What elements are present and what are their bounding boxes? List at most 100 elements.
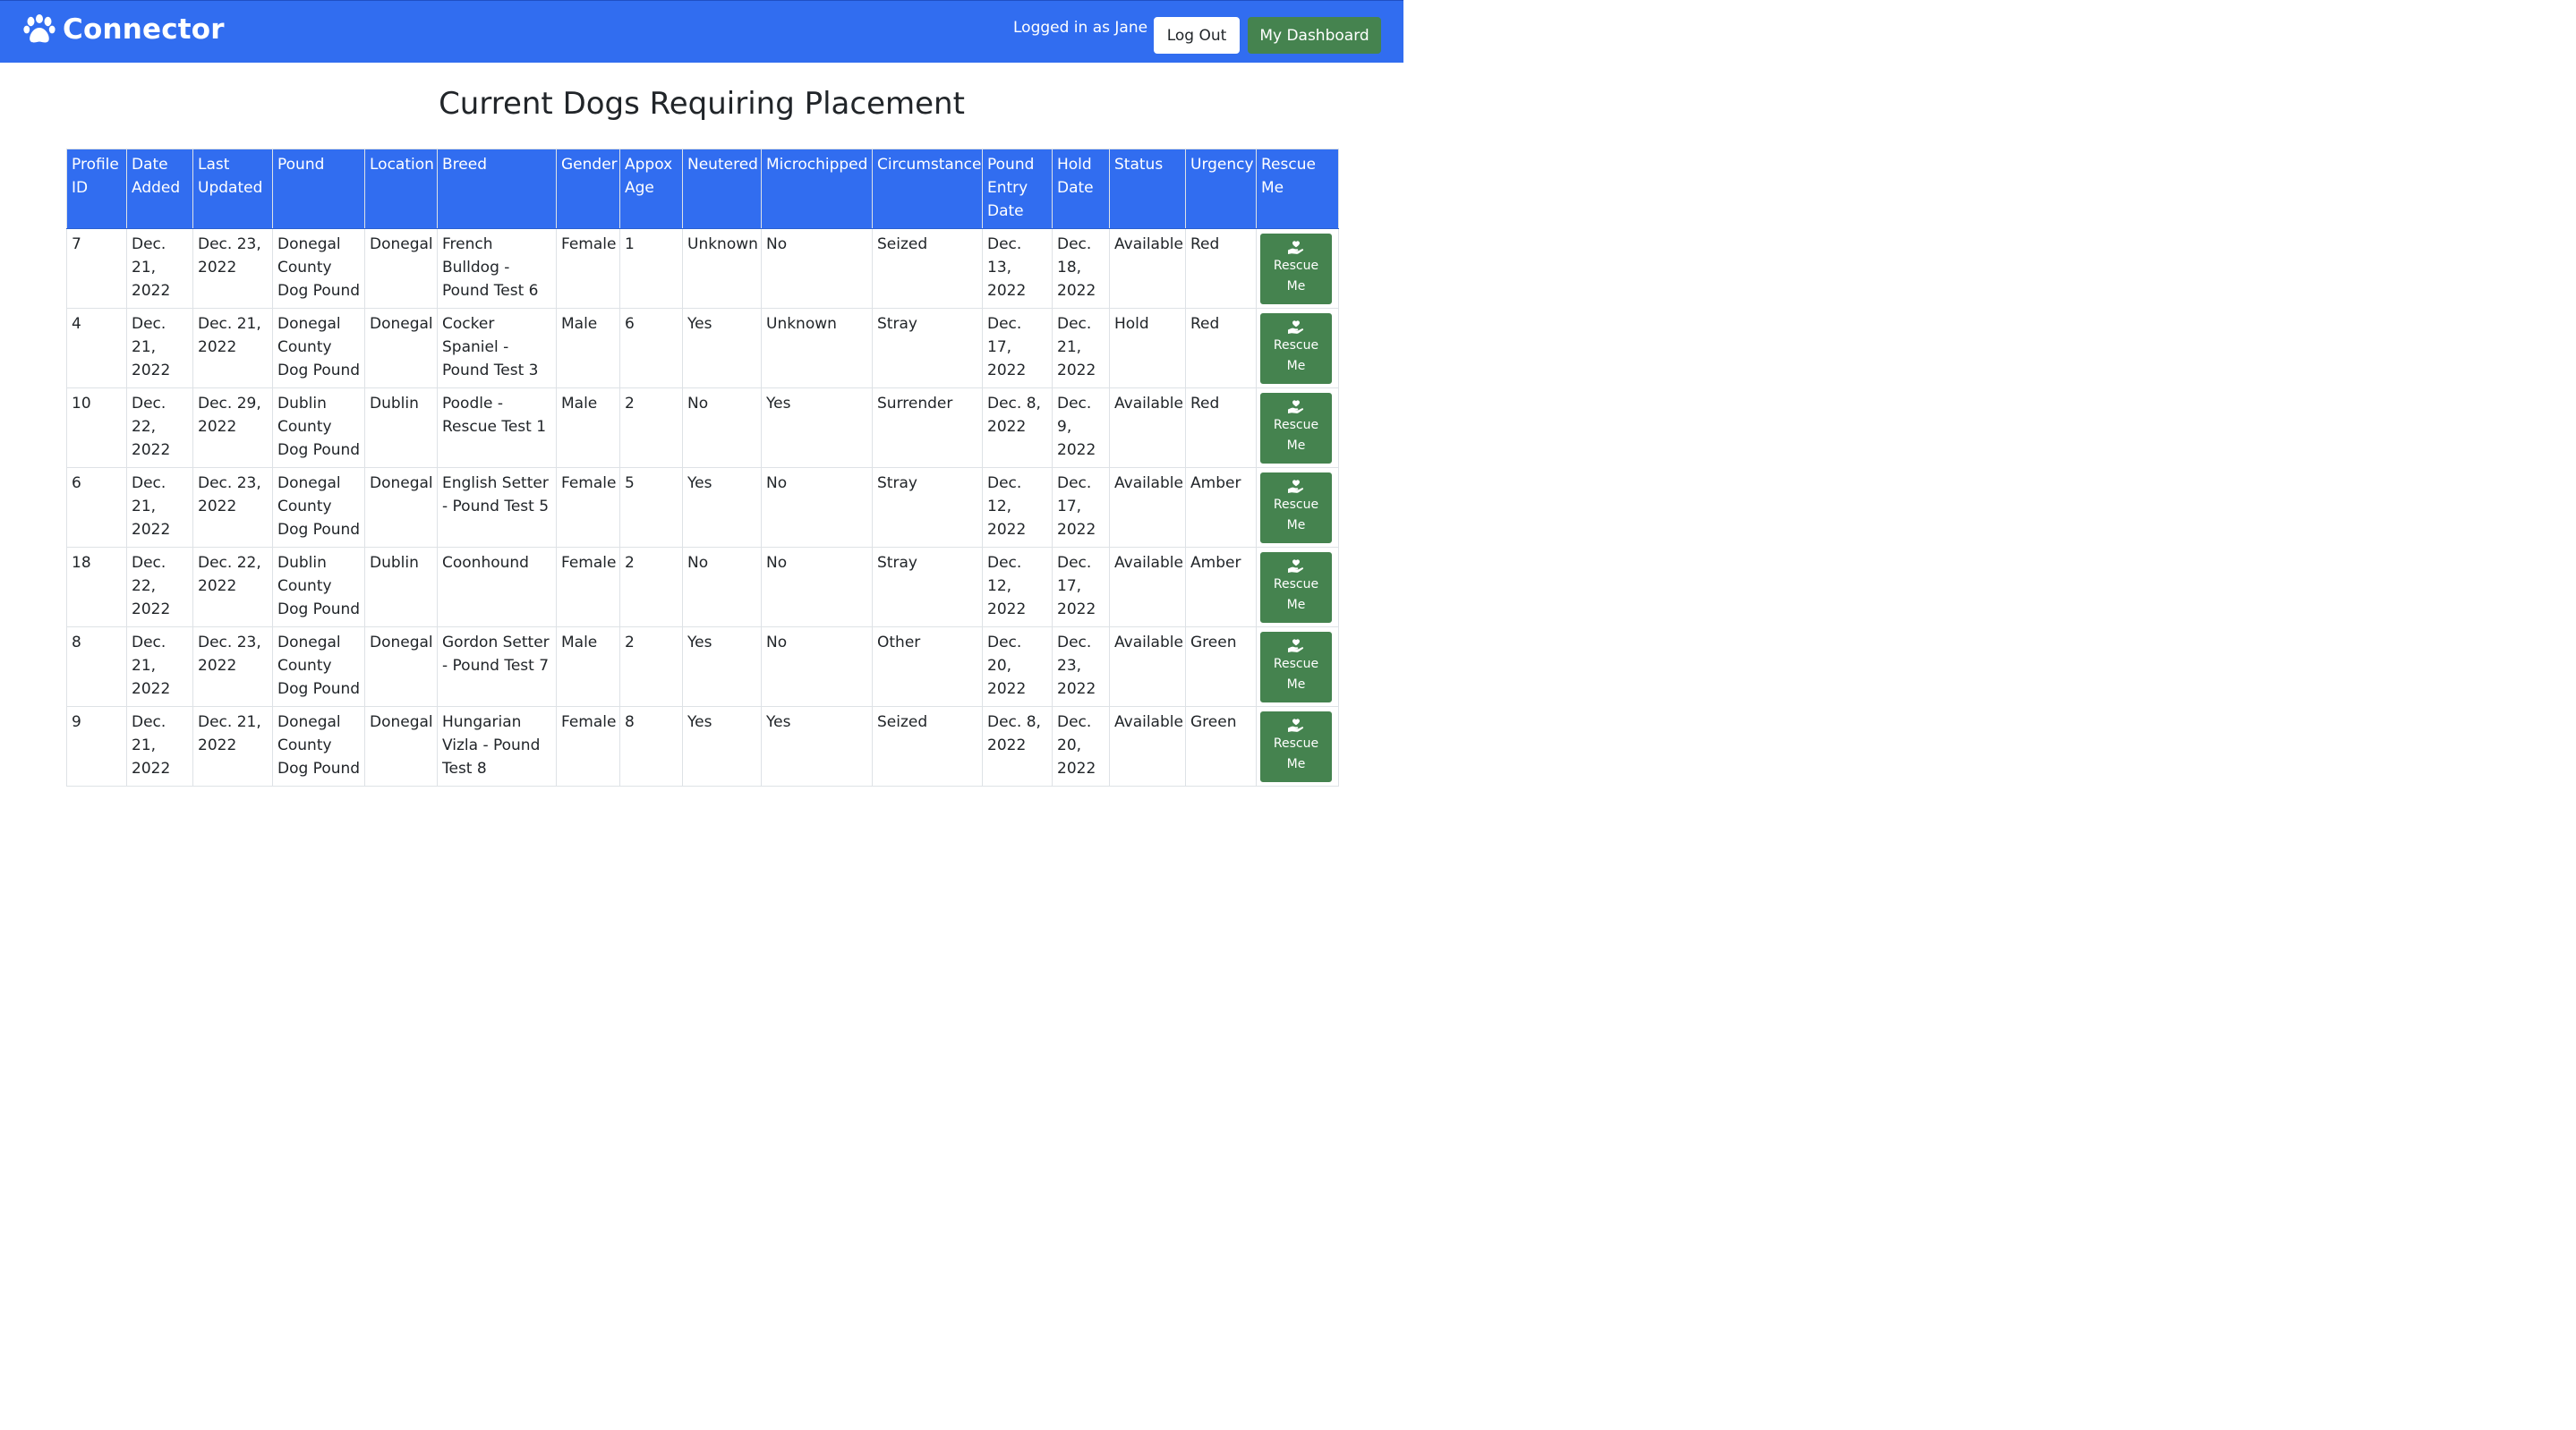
neutered-cell: No (682, 387, 762, 468)
table-row: 9 Dec. 21, 2022 Dec. 21, 2022 Donegal Count… (66, 706, 1339, 787)
rescue-me-label: Rescue Me (1273, 498, 1319, 532)
column-header-profile-id: Profile ID (66, 149, 127, 229)
neutered-cell: No (682, 547, 762, 627)
status-cell: Hold (1109, 308, 1186, 388)
pound-cell: Donegal County Dog Pound (272, 228, 365, 309)
profile-id-cell: 7 (66, 228, 127, 309)
table-row: 10 Dec. 22, 2022 Dec. 29, 2022 Dublin Count… (66, 387, 1339, 468)
urgency-cell: Green (1185, 626, 1257, 707)
last-updated-cell: Dec. 23, 2022 (192, 467, 273, 548)
dashboard-button[interactable]: My Dashboard (1248, 17, 1381, 54)
rescue-me-button[interactable]: Rescue Me (1260, 552, 1332, 623)
rescue-me-button[interactable]: Rescue Me (1260, 313, 1332, 384)
table-row: 6 Dec. 21, 2022 Dec. 23, 2022 Donegal Count… (66, 467, 1339, 548)
neutered-cell: Yes (682, 706, 762, 787)
status-cell: Available (1109, 547, 1186, 627)
microchipped-cell: No (761, 626, 873, 707)
age-cell: 2 (619, 626, 683, 707)
age-cell: 6 (619, 308, 683, 388)
column-header-urgency: Urgency (1185, 149, 1257, 229)
breed-cell: Gordon Setter - Pound Test 7 (437, 626, 557, 707)
column-header-circumstance: Circumstance (872, 149, 983, 229)
date-added-cell: Dec. 22, 2022 (126, 387, 193, 468)
hold-date-cell: Dec. 17, 2022 (1052, 467, 1110, 548)
rescue-me-label: Rescue Me (1273, 338, 1319, 373)
rescue-me-button[interactable]: Rescue Me (1260, 393, 1332, 464)
microchipped-cell: Unknown (761, 308, 873, 388)
status-cell: Available (1109, 467, 1186, 548)
column-header-rescue-me: Rescue Me (1256, 149, 1339, 229)
gender-cell: Male (556, 308, 620, 388)
column-header-hold-date: Hold Date (1052, 149, 1110, 229)
age-cell: 2 (619, 547, 683, 627)
paw-icon (23, 14, 55, 43)
hand-holding-heart-icon (1288, 719, 1304, 732)
last-updated-cell: Dec. 21, 2022 (192, 706, 273, 787)
breed-cell: Hungarian Vizla - Pound Test 8 (437, 706, 557, 787)
date-added-cell: Dec. 21, 2022 (126, 308, 193, 388)
urgency-cell: Amber (1185, 547, 1257, 627)
top-navbar: Connector Logged in as Jane Log Out My D… (0, 0, 1403, 63)
brand-logo[interactable]: Connector (23, 13, 225, 46)
page-title: Current Dogs Requiring Placement (439, 86, 965, 122)
date-added-cell: Dec. 21, 2022 (126, 467, 193, 548)
gender-cell: Male (556, 626, 620, 707)
gender-cell: Female (556, 467, 620, 548)
date-added-cell: Dec. 22, 2022 (126, 547, 193, 627)
table-body: 7 Dec. 21, 2022 Dec. 23, 2022 Donegal Count… (66, 228, 1339, 787)
profile-id-cell: 18 (66, 547, 127, 627)
rescue-me-button[interactable]: Rescue Me (1260, 632, 1332, 702)
rescue-me-cell: Rescue Me (1256, 387, 1339, 468)
column-header-gender: Gender (556, 149, 620, 229)
rescue-me-button[interactable]: Rescue Me (1260, 234, 1332, 304)
gender-cell: Female (556, 706, 620, 787)
circumstance-cell: Seized (872, 228, 983, 309)
column-header-location: Location (364, 149, 438, 229)
column-header-last-updated: Last Updated (192, 149, 273, 229)
location-cell: Dublin (364, 547, 438, 627)
header-row: Profile ID Date Added Last Updated Pound Loc… (66, 149, 1339, 229)
pound-entry-date-cell: Dec. 8, 2022 (982, 706, 1053, 787)
date-added-cell: Dec. 21, 2022 (126, 626, 193, 707)
pound-entry-date-cell: Dec. 20, 2022 (982, 626, 1053, 707)
microchipped-cell: No (761, 467, 873, 548)
last-updated-cell: Dec. 29, 2022 (192, 387, 273, 468)
status-cell: Available (1109, 626, 1186, 707)
hand-holding-heart-icon (1288, 639, 1304, 652)
dogs-table: Profile ID Date Added Last Updated Pound Loc… (66, 149, 1339, 787)
pound-cell: Donegal County Dog Pound (272, 706, 365, 787)
gender-cell: Female (556, 228, 620, 309)
urgency-cell: Red (1185, 228, 1257, 309)
table-row: 8 Dec. 21, 2022 Dec. 23, 2022 Donegal Count… (66, 626, 1339, 707)
profile-id-cell: 8 (66, 626, 127, 707)
age-cell: 8 (619, 706, 683, 787)
table-row: 4 Dec. 21, 2022 Dec. 21, 2022 Donegal Count… (66, 308, 1339, 388)
column-header-status: Status (1109, 149, 1186, 229)
rescue-me-button[interactable]: Rescue Me (1260, 711, 1332, 782)
pound-cell: Dublin County Dog Pound (272, 547, 365, 627)
status-cell: Available (1109, 228, 1186, 309)
rescue-me-cell: Rescue Me (1256, 308, 1339, 388)
last-updated-cell: Dec. 23, 2022 (192, 228, 273, 309)
gender-cell: Male (556, 387, 620, 468)
circumstance-cell: Seized (872, 706, 983, 787)
rescue-me-label: Rescue Me (1273, 259, 1319, 294)
hand-holding-heart-icon (1288, 320, 1304, 334)
date-added-cell: Dec. 21, 2022 (126, 228, 193, 309)
circumstance-cell: Other (872, 626, 983, 707)
last-updated-cell: Dec. 21, 2022 (192, 308, 273, 388)
hold-date-cell: Dec. 21, 2022 (1052, 308, 1110, 388)
rescue-me-button[interactable]: Rescue Me (1260, 472, 1332, 543)
age-cell: 2 (619, 387, 683, 468)
rescue-me-label: Rescue Me (1273, 657, 1319, 692)
status-cell: Available (1109, 706, 1186, 787)
neutered-cell: Yes (682, 308, 762, 388)
hand-holding-heart-icon (1288, 400, 1304, 413)
gender-cell: Female (556, 547, 620, 627)
microchipped-cell: No (761, 547, 873, 627)
age-cell: 5 (619, 467, 683, 548)
logout-button[interactable]: Log Out (1154, 17, 1240, 54)
location-cell: Donegal (364, 308, 438, 388)
breed-cell: Poodle - Rescue Test 1 (437, 387, 557, 468)
neutered-cell: Unknown (682, 228, 762, 309)
